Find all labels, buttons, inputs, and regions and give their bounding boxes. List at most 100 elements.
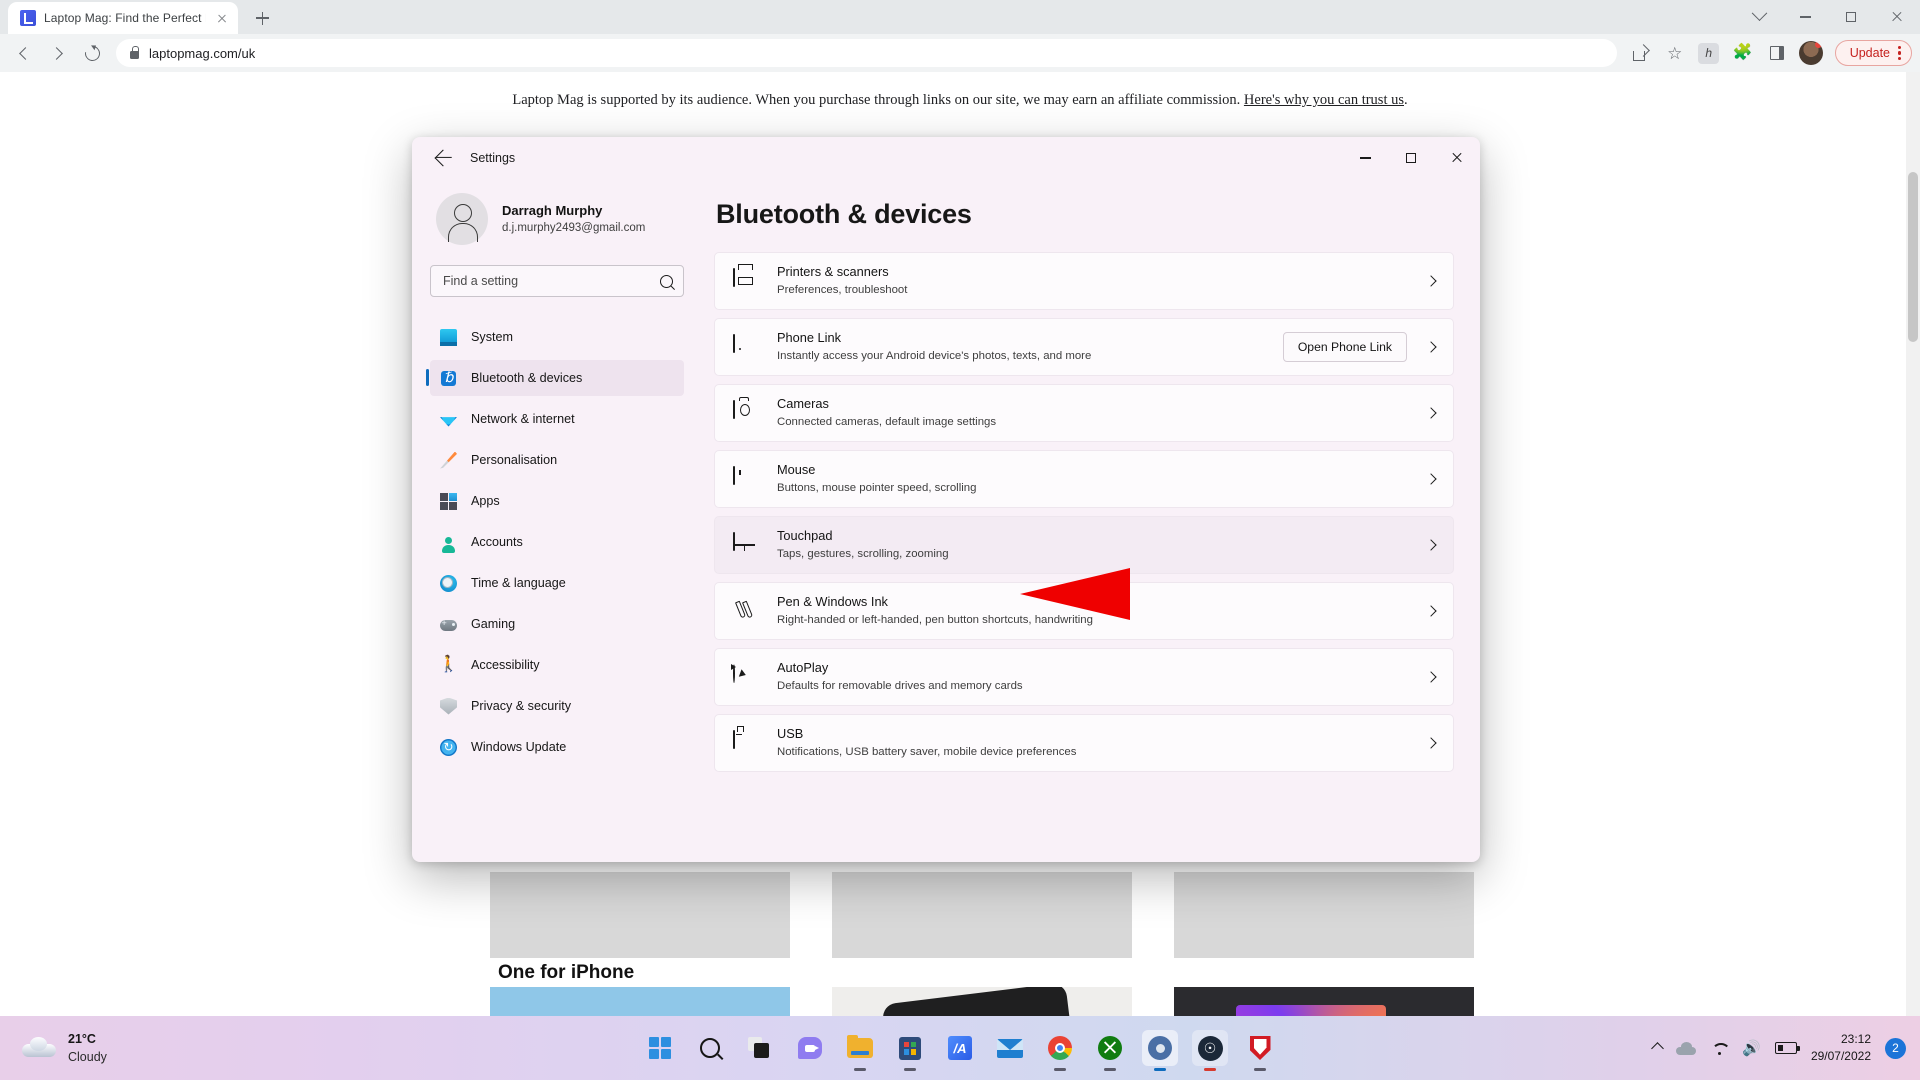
reload-icon[interactable] bbox=[76, 37, 108, 69]
sidebar-item-system[interactable]: System bbox=[430, 319, 684, 355]
sidebar-item-bluetooth-devices[interactable]: Bluetooth & devices bbox=[426, 360, 684, 396]
laptopmag-favicon bbox=[20, 10, 36, 26]
settings-gear-icon[interactable] bbox=[1142, 1030, 1178, 1071]
minimize-icon[interactable] bbox=[1782, 0, 1828, 34]
article-card[interactable]: One for iPhone bbox=[490, 872, 790, 984]
sidebar-item-personalisation[interactable]: Personalisation bbox=[430, 442, 684, 478]
mouse-icon bbox=[733, 466, 757, 491]
sidebar-item-label: Accounts bbox=[471, 535, 523, 549]
autoplay-icon bbox=[733, 664, 757, 689]
page-scrollbar[interactable] bbox=[1906, 72, 1920, 1016]
chat-icon[interactable] bbox=[792, 1030, 828, 1066]
task-view-icon[interactable] bbox=[742, 1030, 778, 1066]
show-hidden-icons[interactable] bbox=[1651, 1041, 1665, 1055]
new-tab-button[interactable] bbox=[248, 4, 276, 32]
maximize-icon[interactable] bbox=[1828, 0, 1874, 34]
chevron-down-icon[interactable] bbox=[1736, 0, 1782, 34]
settings-main-panel: Bluetooth & devices Printers & scanners … bbox=[700, 179, 1480, 862]
affiliate-trust-link[interactable]: Here's why you can trust us bbox=[1244, 92, 1404, 108]
browser-tab[interactable]: Laptop Mag: Find the Perfect Lap bbox=[8, 2, 238, 34]
settings-search-box[interactable] bbox=[430, 265, 684, 297]
article-thumbnail[interactable]: ✖ bbox=[832, 987, 1132, 1016]
onedrive-icon[interactable] bbox=[1676, 1041, 1697, 1055]
open-phone-link-button[interactable]: Open Phone Link bbox=[1282, 332, 1407, 362]
sidebar-item-accessibility[interactable]: 🚶 Accessibility bbox=[430, 647, 684, 683]
settings-title-bar: Settings bbox=[412, 137, 1480, 179]
article-card-title: One for iPhone bbox=[498, 962, 635, 983]
article-card[interactable] bbox=[1174, 872, 1474, 984]
sidebar-item-accounts[interactable]: Accounts bbox=[430, 524, 684, 560]
share-icon[interactable] bbox=[1625, 37, 1657, 69]
affinity-icon[interactable]: /A bbox=[942, 1030, 978, 1066]
affiliate-notice-text: Laptop Mag is supported by its audience.… bbox=[512, 92, 1241, 108]
settings-maximize-icon[interactable] bbox=[1388, 137, 1434, 179]
extensions-puzzle-icon[interactable]: 🧩 bbox=[1727, 37, 1759, 69]
bookmark-star-icon[interactable]: ☆ bbox=[1659, 37, 1691, 69]
article-thumbnails-row: ✖ bbox=[490, 987, 1474, 1016]
sidebar-item-time-language[interactable]: Time & language bbox=[430, 565, 684, 601]
row-title: Phone Link bbox=[777, 330, 842, 346]
settings-row-mouse[interactable]: Mouse Buttons, mouse pointer speed, scro… bbox=[714, 450, 1454, 508]
sidebar-item-gaming[interactable]: Gaming bbox=[430, 606, 684, 642]
start-button-icon[interactable] bbox=[642, 1030, 678, 1066]
search-icon[interactable] bbox=[692, 1030, 728, 1066]
chevron-right-icon bbox=[1425, 473, 1437, 485]
xbox-icon[interactable]: ⨉ bbox=[1092, 1030, 1128, 1071]
notification-badge[interactable]: 2 bbox=[1885, 1037, 1906, 1059]
profile-avatar[interactable] bbox=[1795, 37, 1827, 69]
steam-icon[interactable]: ☉ bbox=[1192, 1030, 1228, 1071]
forward-arrow-icon[interactable] bbox=[42, 37, 74, 69]
settings-row-printers-scanners[interactable]: Printers & scanners Preferences, trouble… bbox=[714, 252, 1454, 310]
sidebar-item-label: Windows Update bbox=[471, 740, 567, 754]
windows-update-icon: ↻ bbox=[440, 738, 457, 756]
account-summary[interactable]: Darragh Murphy d.j.murphy2493@gmail.com bbox=[430, 179, 684, 265]
close-icon[interactable] bbox=[1874, 0, 1920, 34]
settings-minimize-icon[interactable] bbox=[1342, 137, 1388, 179]
clock[interactable]: 23:12 29/07/2022 bbox=[1811, 1031, 1871, 1066]
url-text: laptopmag.com/uk bbox=[149, 45, 256, 61]
sidebar-item-network-internet[interactable]: Network & internet bbox=[430, 401, 684, 437]
article-thumbnail[interactable] bbox=[490, 987, 790, 1016]
search-input[interactable] bbox=[443, 274, 660, 288]
article-card[interactable] bbox=[832, 872, 1132, 984]
settings-row-autoplay[interactable]: AutoPlay Defaults for removable drives a… bbox=[714, 648, 1454, 706]
taskbar-weather-widget[interactable]: 21°C Cloudy bbox=[0, 1030, 300, 1066]
tab-close-icon[interactable] bbox=[214, 10, 230, 26]
settings-back-button[interactable] bbox=[426, 143, 460, 173]
chrome-icon[interactable] bbox=[1042, 1030, 1078, 1071]
settings-row-usb[interactable]: USB Notifications, USB battery saver, mo… bbox=[714, 714, 1454, 772]
mail-icon[interactable] bbox=[992, 1030, 1028, 1066]
back-arrow-icon[interactable] bbox=[8, 37, 40, 69]
scrollbar-thumb[interactable] bbox=[1908, 172, 1918, 342]
sidebar-item-apps[interactable]: Apps bbox=[430, 483, 684, 519]
clock-time: 23:12 bbox=[1840, 1031, 1871, 1046]
settings-close-icon[interactable] bbox=[1434, 137, 1480, 179]
honey-extension-icon[interactable]: h bbox=[1693, 37, 1725, 69]
kebab-menu-icon[interactable] bbox=[1898, 45, 1902, 61]
settings-window-title: Settings bbox=[470, 151, 516, 165]
settings-row-phone-link[interactable]: Phone Link Instantly access your Android… bbox=[714, 318, 1454, 376]
sidebar-item-label: Network & internet bbox=[471, 412, 575, 426]
wifi-icon[interactable] bbox=[1710, 1042, 1728, 1055]
cloud-icon bbox=[22, 1037, 56, 1059]
usb-icon bbox=[733, 730, 757, 755]
weather-condition: Cloudy bbox=[68, 1050, 107, 1064]
side-panel-icon[interactable] bbox=[1761, 37, 1793, 69]
settings-window-controls bbox=[1342, 137, 1480, 179]
battery-icon[interactable] bbox=[1774, 1042, 1800, 1054]
sidebar-item-privacy-security[interactable]: Privacy & security bbox=[430, 688, 684, 724]
sidebar-item-windows-update[interactable]: ↻ Windows Update bbox=[430, 729, 684, 765]
row-subtitle: Instantly access your Android device's p… bbox=[777, 350, 1092, 362]
malwarebytes-icon[interactable] bbox=[1242, 1030, 1278, 1071]
volume-icon[interactable]: 🔊 bbox=[1742, 1041, 1761, 1056]
article-thumbnail[interactable] bbox=[1174, 987, 1474, 1016]
privacy-shield-icon bbox=[440, 697, 457, 715]
tab-title: Laptop Mag: Find the Perfect Lap bbox=[44, 11, 206, 25]
microsoft-store-icon[interactable] bbox=[892, 1030, 928, 1071]
settings-row-touchpad[interactable]: Touchpad Taps, gestures, scrolling, zoom… bbox=[714, 516, 1454, 574]
file-explorer-icon[interactable] bbox=[842, 1030, 878, 1071]
settings-row-cameras[interactable]: Cameras Connected cameras, default image… bbox=[714, 384, 1454, 442]
update-button[interactable]: Update bbox=[1834, 40, 1912, 66]
article-cards-row: One for iPhone bbox=[490, 872, 1474, 984]
address-bar[interactable]: laptopmag.com/uk bbox=[116, 39, 1617, 67]
